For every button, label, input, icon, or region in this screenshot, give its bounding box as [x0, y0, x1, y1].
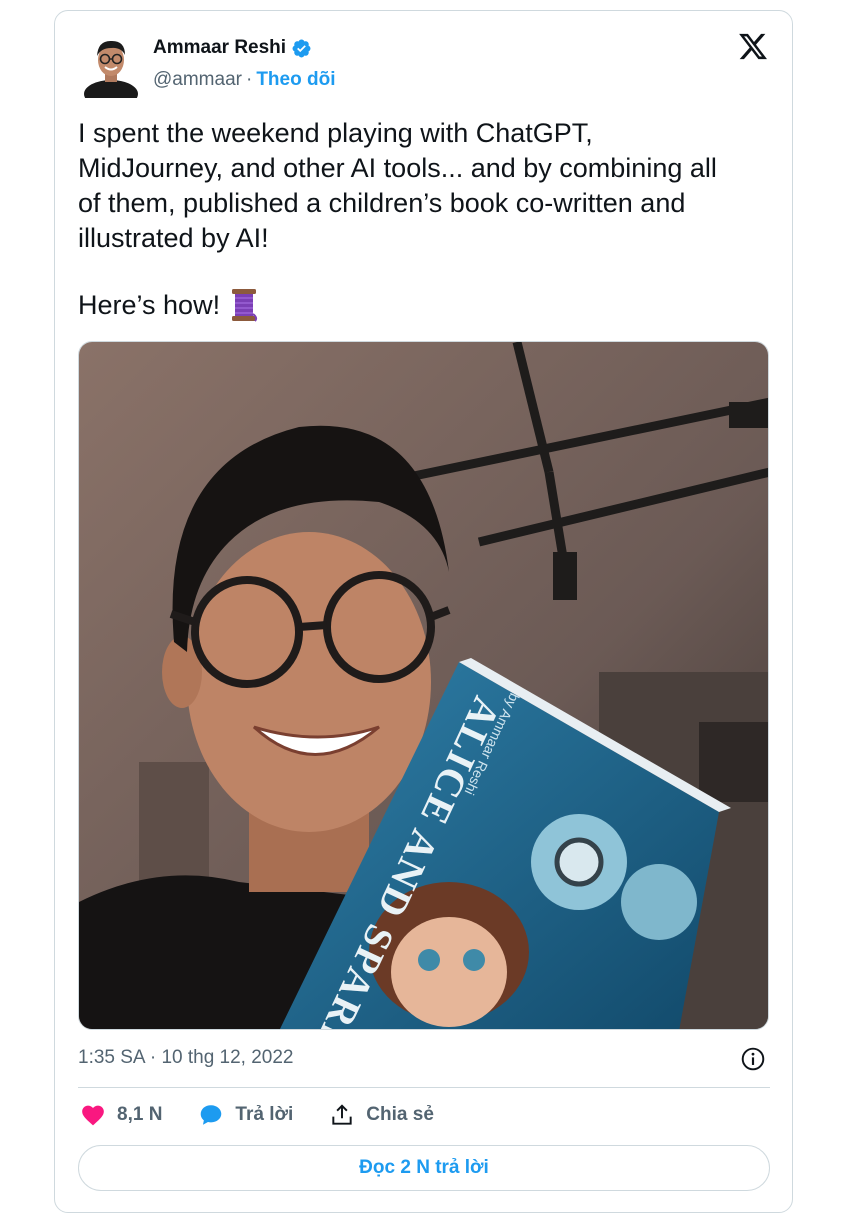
heart-icon [82, 1105, 104, 1126]
share-icon [332, 1104, 352, 1125]
like-button[interactable]: 8,1 N [80, 1102, 162, 1128]
share-label: Chia sẻ [366, 1104, 434, 1125]
share-button[interactable]: Chia sẻ [329, 1102, 434, 1128]
tweet-timestamp[interactable]: 1:35 SA · 10 thg 12, 2022 [78, 1047, 294, 1069]
tweet-photo[interactable]: ALICE AND SPARK by Ammaar Reshi [78, 341, 769, 1030]
like-count: 8,1 N [117, 1104, 163, 1125]
verified-badge-icon [292, 39, 311, 57]
reply-button[interactable]: Trả lời [198, 1102, 293, 1128]
info-icon[interactable] [740, 1046, 766, 1072]
read-replies-label: Đọc 2 N trả lời [359, 1157, 489, 1178]
divider [78, 1087, 770, 1088]
handle-separator: · [245, 69, 253, 90]
x-logo-icon[interactable] [736, 31, 770, 62]
follow-button[interactable]: Theo dõi [256, 69, 335, 91]
reply-label: Trả lời [235, 1104, 294, 1125]
thread-line-text: Here’s how! [78, 289, 221, 320]
author-name[interactable]: Ammaar Reshi [153, 37, 286, 59]
spool-of-thread-emoji-icon [232, 289, 258, 322]
avatar[interactable] [84, 36, 138, 108]
read-replies-button[interactable]: Đọc 2 N trả lời [78, 1145, 770, 1191]
tweet-text: I spent the weekend playing with ChatGPT… [78, 118, 717, 253]
author-handle[interactable]: @ammaar [153, 69, 242, 91]
reply-bubble-icon [201, 1105, 222, 1125]
